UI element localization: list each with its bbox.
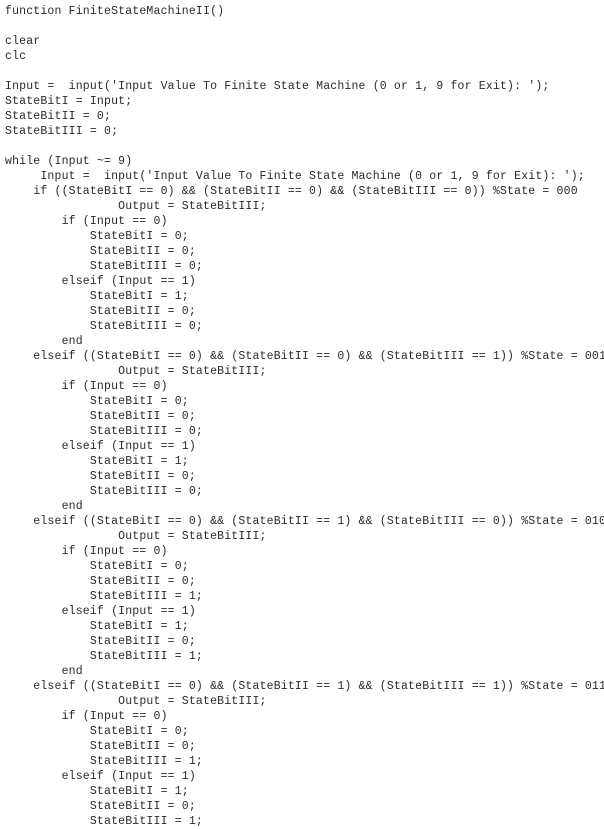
code-line: StateBitIII = 0; [5,425,203,438]
code-line: StateBitI = 1; [5,455,189,468]
code-line: function FiniteStateMachineII() [5,5,225,18]
code-line: StateBitI = 1; [5,785,189,798]
code-line: clear [5,35,41,48]
code-line: StateBitIII = 0; [5,485,203,498]
code-line: StateBitII = 0; [5,740,196,753]
code-line: Output = StateBitIII; [5,200,267,213]
code-line: StateBitIII = 1; [5,815,203,828]
code-line: elseif ((StateBitI == 0) && (StateBitII … [5,350,604,363]
code-line: StateBitI = 0; [5,230,189,243]
code-line: if (Input == 0) [5,545,168,558]
code-line: StateBitIII = 1; [5,590,203,603]
code-line: StateBitII = 0; [5,470,196,483]
code-line: end [5,500,83,513]
code-line: StateBitII = 0; [5,410,196,423]
code-line: elseif (Input == 1) [5,605,196,618]
code-line: StateBitI = 1; [5,620,189,633]
code-line: elseif (Input == 1) [5,770,196,783]
code-line: StateBitII = 0; [5,800,196,813]
code-line: clc [5,50,27,63]
code-line: Input = input('Input Value To Finite Sta… [5,170,585,183]
code-line: Output = StateBitIII; [5,530,267,543]
code-line: StateBitI = 1; [5,290,189,303]
code-line: StateBitI = Input; [5,95,133,108]
code-line: StateBitI = 0; [5,560,189,573]
code-line: StateBitIII = 1; [5,650,203,663]
code-line: if (Input == 0) [5,215,168,228]
code-line: StateBitIII = 0; [5,260,203,273]
code-line: StateBitII = 0; [5,110,112,123]
code-line: elseif ((StateBitI == 0) && (StateBitII … [5,515,604,528]
code-line: elseif (Input == 1) [5,275,196,288]
code-line: Output = StateBitIII; [5,365,267,378]
code-line: StateBitIII = 0; [5,125,119,138]
code-line: StateBitIII = 1; [5,755,203,768]
code-line: StateBitI = 0; [5,725,189,738]
code-line: StateBitII = 0; [5,305,196,318]
code-line: end [5,665,83,678]
code-line: while (Input ~= 9) [5,155,133,168]
code-line: StateBitII = 0; [5,635,196,648]
code-listing[interactable]: function FiniteStateMachineII() clear clc… [0,0,604,829]
code-line: Input = input('Input Value To Finite Sta… [5,80,550,93]
code-line: StateBitI = 0; [5,395,189,408]
code-line: StateBitII = 0; [5,245,196,258]
code-line: Output = StateBitIII; [5,695,267,708]
code-line: if (Input == 0) [5,710,168,723]
code-line: StateBitII = 0; [5,575,196,588]
code-line: if ((StateBitI == 0) && (StateBitII == 0… [5,185,578,198]
code-line: if (Input == 0) [5,380,168,393]
code-line: elseif ((StateBitI == 0) && (StateBitII … [5,680,604,693]
code-line: elseif (Input == 1) [5,440,196,453]
code-line: end [5,335,83,348]
code-line: StateBitIII = 0; [5,320,203,333]
